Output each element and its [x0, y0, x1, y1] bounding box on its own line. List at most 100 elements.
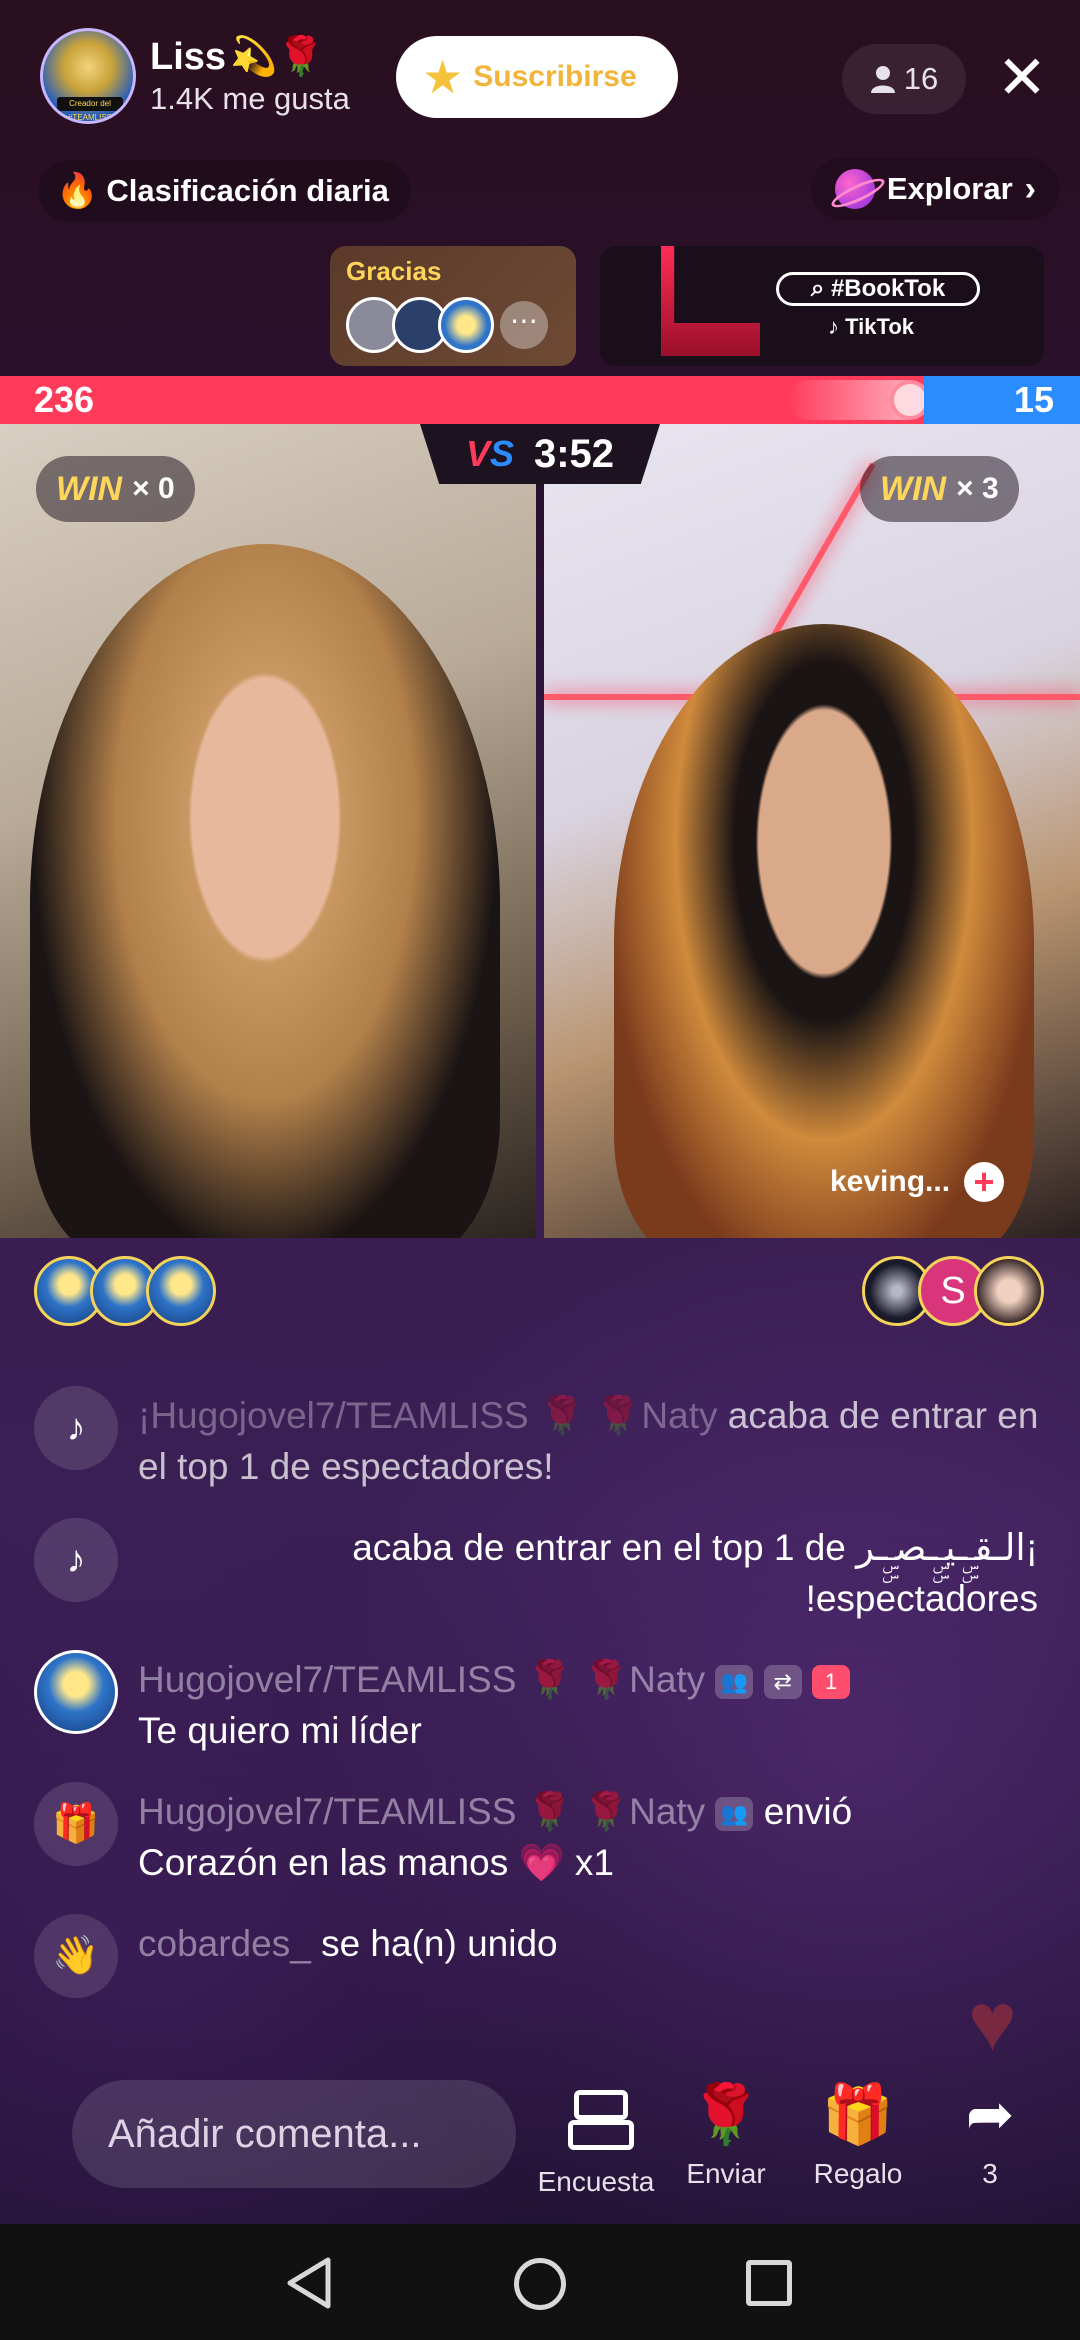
top-supporters-right[interactable]: S: [862, 1256, 1044, 1326]
win-count-left: WIN × 0: [36, 456, 195, 522]
viewer-count-button[interactable]: 16: [842, 44, 966, 114]
chat-message: ¡الـقـۣۣـيـۣۣـصـۣۣـر acaba de entrar en …: [138, 1518, 1038, 1624]
level-badge: 1: [812, 1665, 851, 1700]
chat-message: cobardes_ se ha(n) unido: [138, 1914, 558, 1969]
host-avatar-tag: Creador del #TEAMLISS: [57, 97, 123, 121]
comment-input[interactable]: Añadir comenta...: [72, 2080, 516, 2188]
follow-plus-icon[interactable]: +: [964, 1162, 1005, 1202]
chat-message: Hugojovel7/TEAMLISS 🌹 🌹Naty 👥 envió Cora…: [138, 1782, 852, 1888]
score-right: 15: [1013, 379, 1054, 420]
share-arrow-icon: ➦: [965, 2082, 1015, 2147]
subscribe-label: Suscribirse: [473, 60, 637, 93]
battle-score-bar: [0, 376, 1080, 424]
moderator-badge-icon: ⇄: [763, 1665, 802, 1700]
win-count: × 0: [132, 472, 175, 505]
daily-ranking-button[interactable]: 🔥 Clasificación diaria: [38, 160, 411, 222]
subscribe-button[interactable]: ★ Suscribirse: [396, 36, 678, 118]
star-icon: ★: [422, 51, 464, 103]
host-name-text: Liss: [150, 35, 227, 78]
list-item: 👋 cobardes_ se ha(n) unido: [34, 1914, 1044, 1998]
live-screen: Creador del #TEAMLISS Liss 💫🌹 1.4K me gu…: [0, 0, 1080, 2340]
win-count-right: WIN × 3: [860, 456, 1019, 522]
flame-icon: 🔥: [56, 172, 99, 210]
tiktok-brand: ♪ TikTok: [828, 314, 914, 340]
more-icon: ⋯: [500, 301, 548, 349]
recent-apps-icon[interactable]: [746, 2260, 792, 2306]
poll-label: Encuesta: [537, 2166, 655, 2197]
share-count: 3: [982, 2158, 998, 2189]
score-bar-blue: [924, 376, 1080, 424]
book-icon: [661, 246, 760, 356]
avatar: [438, 297, 494, 353]
tiktok-icon: ♪: [34, 1386, 118, 1470]
subscriber-badge-icon: 👥: [715, 1797, 754, 1832]
chat-text: se ha(n) unido: [310, 1923, 558, 1964]
top-supporters-left[interactable]: [34, 1256, 216, 1326]
vs-icon: VS: [465, 433, 514, 474]
streamer-right-video: [614, 624, 1034, 1238]
avatar[interactable]: [974, 1256, 1044, 1326]
chat-user[interactable]: Hugojovel7/TEAMLISS 🌹 🌹Naty: [138, 1659, 705, 1700]
chat-text: Te quiero mi líder: [138, 1710, 422, 1751]
daily-ranking-label: Clasificación diaria: [106, 173, 389, 208]
home-icon[interactable]: [514, 2258, 566, 2310]
explore-label: Explorar: [886, 171, 1013, 206]
poll-button[interactable]: Encuesta: [536, 2080, 656, 2198]
person-icon: [870, 66, 895, 93]
chevron-right-icon: ›: [1024, 169, 1036, 208]
host-text: Liss 💫🌹 1.4K me gusta: [150, 35, 350, 117]
chat-action: envió: [753, 1791, 853, 1832]
list-item: ♪ ¡Hugojovel7/TEAMLISS 🌹 🌹Naty acaba de …: [34, 1386, 1044, 1492]
booktok-tag: ⌕ #BookTok: [776, 272, 980, 306]
wave-hand-icon: 👋: [34, 1914, 118, 1998]
explore-button[interactable]: Explorar ›: [810, 158, 1060, 220]
chat-message: ¡Hugojovel7/TEAMLISS 🌹 🌹Naty acaba de en…: [138, 1386, 1044, 1492]
chat-user[interactable]: ¡Hugojovel7/TEAMLISS 🌹 🌹Naty: [138, 1395, 718, 1436]
list-item: ♪ ¡الـقـۣۣـيـۣۣـصـۣۣـر acaba de entrar e…: [34, 1518, 1044, 1624]
chat-user[interactable]: cobardes_: [138, 1923, 311, 1964]
host-name: Liss 💫🌹: [150, 35, 350, 79]
share-button[interactable]: ➦ 3: [930, 2080, 1050, 2190]
thanks-title: Gracias: [346, 256, 442, 286]
battle-timer: VS 3:52: [420, 424, 660, 484]
viewer-count: 16: [903, 61, 939, 96]
win-label: WIN: [56, 469, 123, 508]
tiktok-icon: ♪: [34, 1518, 118, 1602]
back-icon[interactable]: [284, 2256, 334, 2310]
host-emoji: 💫🌹: [230, 36, 325, 78]
list-item: Hugojovel7/TEAMLISS 🌹 🌹Naty 👥 ⇄ 1 Te qui…: [34, 1650, 1044, 1756]
gift-label: Regalo: [813, 2158, 903, 2189]
tiktok-note-icon: ♪: [828, 314, 839, 339]
gift-icon: 🎁: [34, 1782, 118, 1866]
win-label: WIN: [880, 469, 947, 508]
chat-text: Corazón en las manos 💗 x1: [138, 1842, 614, 1883]
host-avatar[interactable]: Creador del #TEAMLISS: [40, 28, 136, 124]
thanks-banner[interactable]: Gracias ⋯: [330, 246, 576, 366]
close-icon[interactable]: ✕: [992, 48, 1052, 108]
tiktok-brand-text: TikTok: [845, 314, 914, 339]
booktok-tag-text: #BookTok: [830, 275, 946, 302]
streamer-left-video: [30, 544, 500, 1238]
planet-icon: [834, 169, 875, 209]
avatar[interactable]: [146, 1256, 216, 1326]
video-left[interactable]: [0, 424, 536, 1238]
send-label: Enviar: [686, 2158, 766, 2189]
rose-icon: 🌹: [689, 2082, 763, 2147]
chat-list[interactable]: ♪ ¡Hugojovel7/TEAMLISS 🌹 🌹Naty acaba de …: [34, 1386, 1044, 2024]
score-left: 236: [34, 379, 95, 420]
list-item: 🎁 Hugojovel7/TEAMLISS 🌹 🌹Naty 👥 envió Co…: [34, 1782, 1044, 1888]
booktok-banner[interactable]: ⌕ #BookTok ♪ TikTok: [600, 246, 1044, 366]
right-streamer-name: keving...: [830, 1165, 951, 1198]
host-likes: 1.4K me gusta: [150, 81, 350, 116]
chat-user[interactable]: Hugojovel7/TEAMLISS 🌹 🌹Naty: [138, 1791, 705, 1832]
right-streamer-tag[interactable]: keving... +: [830, 1162, 1005, 1202]
thanks-avatars: ⋯: [346, 297, 560, 353]
host-info[interactable]: Creador del #TEAMLISS Liss 💫🌹 1.4K me gu…: [40, 28, 350, 124]
avatar[interactable]: [34, 1650, 118, 1734]
subscriber-badge-icon: 👥: [715, 1665, 754, 1700]
video-right[interactable]: [544, 424, 1080, 1238]
gift-box-icon: 🎁: [821, 2082, 895, 2147]
send-rose-button[interactable]: 🌹 Enviar: [666, 2080, 786, 2190]
gift-button[interactable]: 🎁 Regalo: [798, 2080, 918, 2190]
win-count: × 3: [956, 472, 999, 505]
